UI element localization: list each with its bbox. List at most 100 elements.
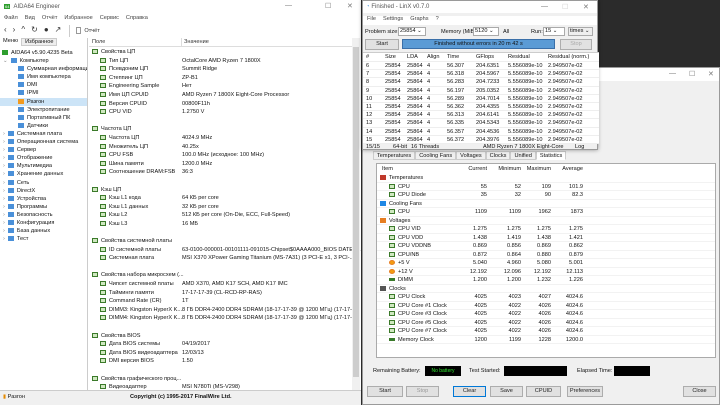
menu-item[interactable]: Вид xyxy=(25,15,35,21)
report-button[interactable]: Отчёт xyxy=(76,25,100,37)
chart-icon[interactable]: ↗ xyxy=(55,25,62,37)
close-button[interactable]: ✕ xyxy=(708,70,714,78)
close-button[interactable]: ✕ xyxy=(347,2,353,10)
tree-item[interactable]: › Мультимедиа xyxy=(0,162,87,170)
tree-item[interactable]: › Сеть xyxy=(0,179,87,187)
tree-item[interactable]: › Сервер xyxy=(0,146,87,154)
all-checkbox-label[interactable]: All xyxy=(503,27,509,37)
stop-button[interactable]: Stop xyxy=(406,386,439,397)
tree-item[interactable]: DMI xyxy=(0,81,87,89)
column-header-value[interactable]: Значение xyxy=(181,38,209,47)
column-header[interactable]: Align xyxy=(427,53,439,62)
maximize-button[interactable]: ☐ xyxy=(562,3,568,11)
tree-item[interactable]: › Операционная система xyxy=(0,138,87,146)
tree-item[interactable]: Электропитание xyxy=(0,106,87,114)
column-header[interactable]: Time xyxy=(447,53,459,62)
tree-item[interactable]: Разгон xyxy=(0,97,87,106)
tree-item[interactable]: › DirectX xyxy=(0,187,87,195)
tab-voltages[interactable]: Voltages xyxy=(456,151,486,160)
expand-chevron-icon[interactable]: › xyxy=(3,188,5,194)
close-button[interactable]: ✕ xyxy=(583,3,589,11)
maximize-button[interactable]: ☐ xyxy=(325,2,331,10)
tab-unified[interactable]: Unified xyxy=(510,151,536,160)
user-icon[interactable]: ● xyxy=(44,25,49,37)
column-header[interactable]: Item xyxy=(382,164,452,174)
column-header[interactable]: GFlops xyxy=(476,53,494,62)
expand-chevron-icon[interactable]: › xyxy=(3,212,5,218)
expand-chevron-icon[interactable]: ⌄ xyxy=(3,58,8,64)
expand-chevron-icon[interactable]: › xyxy=(3,228,5,234)
expand-chevron-icon[interactable]: › xyxy=(3,147,5,153)
tree-item[interactable]: IPMI xyxy=(0,89,87,97)
vertical-scrollbar[interactable] xyxy=(352,38,360,390)
expand-chevron-icon[interactable]: › xyxy=(3,196,5,202)
tree-item[interactable]: ⌄ Компьютер xyxy=(0,57,87,65)
column-header[interactable]: Residual (norm.) xyxy=(548,53,589,62)
tab-temperatures[interactable]: Temperatures xyxy=(373,151,416,160)
menu-item[interactable]: ? xyxy=(436,16,439,25)
tab-favorites[interactable]: Избранное xyxy=(21,38,58,46)
expand-chevron-icon[interactable]: › xyxy=(3,139,5,145)
cpuid-button[interactable]: CPUID xyxy=(526,386,561,397)
close-window-button[interactable]: Close xyxy=(683,386,716,397)
expand-chevron-icon[interactable]: › xyxy=(3,155,5,161)
tree-item[interactable]: › База данных xyxy=(0,227,87,235)
tree-item[interactable]: › Конфигурация xyxy=(0,219,87,227)
expand-chevron-icon[interactable]: › xyxy=(3,171,5,177)
expand-chevron-icon[interactable]: › xyxy=(3,180,5,186)
tree-item[interactable]: Портативный ПК xyxy=(0,114,87,122)
tab-clocks[interactable]: Clocks xyxy=(485,151,511,160)
menu-item[interactable]: Избранное xyxy=(64,15,92,21)
menu-item[interactable]: Файл xyxy=(4,15,18,21)
linx-start-button[interactable]: Start xyxy=(365,39,399,50)
clear-button[interactable]: Clear xyxy=(453,386,486,397)
back-icon[interactable]: ‹ xyxy=(4,25,7,37)
tab-cooling-fans[interactable]: Cooling Fans xyxy=(415,151,457,160)
column-header[interactable]: Size xyxy=(385,53,396,62)
tree-item[interactable]: › Тест xyxy=(0,235,87,243)
log-button[interactable]: Log xyxy=(575,143,584,151)
start-button[interactable]: Start xyxy=(367,386,403,397)
tab-statistics[interactable]: Statistics xyxy=(535,151,567,160)
tree-item[interactable]: › Устройства xyxy=(0,195,87,203)
tree-item[interactable]: › Программы xyxy=(0,203,87,211)
column-header[interactable]: # xyxy=(366,53,369,62)
save-button[interactable]: Save xyxy=(490,386,523,397)
column-header[interactable]: Residual xyxy=(508,53,530,62)
menu-item[interactable]: Справка xyxy=(126,15,148,21)
tree-item[interactable]: › Хранение данных xyxy=(0,170,87,178)
column-header[interactable]: LDA xyxy=(407,53,418,62)
expand-chevron-icon[interactable]: › xyxy=(3,220,5,226)
tree-item[interactable]: AIDA64 v5.90.4235 Beta xyxy=(0,49,87,57)
tab-menu[interactable]: Меню xyxy=(0,38,21,46)
problem-size-select[interactable]: 25854 ⌄ xyxy=(398,27,426,36)
maximize-button[interactable]: ☐ xyxy=(689,70,695,78)
preferences-button[interactable]: Preferences xyxy=(567,386,603,397)
menu-item[interactable]: Отчёт xyxy=(42,15,58,21)
minimize-button[interactable]: — xyxy=(669,70,676,77)
tree-item[interactable]: › Безопасность xyxy=(0,211,87,219)
tree-item[interactable]: › Отображение xyxy=(0,154,87,162)
menu-item[interactable]: Graphs xyxy=(410,16,428,25)
menu-item[interactable]: Сервис xyxy=(100,15,119,21)
memory-select[interactable]: 5120 ⌄ xyxy=(473,27,499,36)
menu-item[interactable]: File xyxy=(367,16,376,25)
tree-item[interactable]: Суммарная информация xyxy=(0,65,87,73)
column-header[interactable]: Current xyxy=(457,164,487,174)
linx-stop-button[interactable]: Stop xyxy=(560,39,592,50)
run-select[interactable]: 15 ⌄ xyxy=(543,27,565,36)
tree-item[interactable]: Датчики xyxy=(0,122,87,130)
minimize-button[interactable]: — xyxy=(541,3,548,10)
expand-chevron-icon[interactable]: › xyxy=(3,131,5,137)
refresh-icon[interactable]: ↻ xyxy=(31,25,38,37)
column-header[interactable]: Maximum xyxy=(523,164,551,174)
minimize-button[interactable]: — xyxy=(285,2,292,9)
scrollbar-thumb[interactable] xyxy=(353,47,359,377)
tree-item[interactable]: Имя компьютера xyxy=(0,73,87,81)
up-icon[interactable]: ^ xyxy=(21,25,25,37)
expand-chevron-icon[interactable]: › xyxy=(3,163,5,169)
tree-item[interactable]: › Системная плата xyxy=(0,130,87,138)
column-header[interactable]: Minimum xyxy=(493,164,521,174)
expand-chevron-icon[interactable]: › xyxy=(3,236,5,242)
run-unit-select[interactable]: times ⌄ xyxy=(568,27,593,36)
